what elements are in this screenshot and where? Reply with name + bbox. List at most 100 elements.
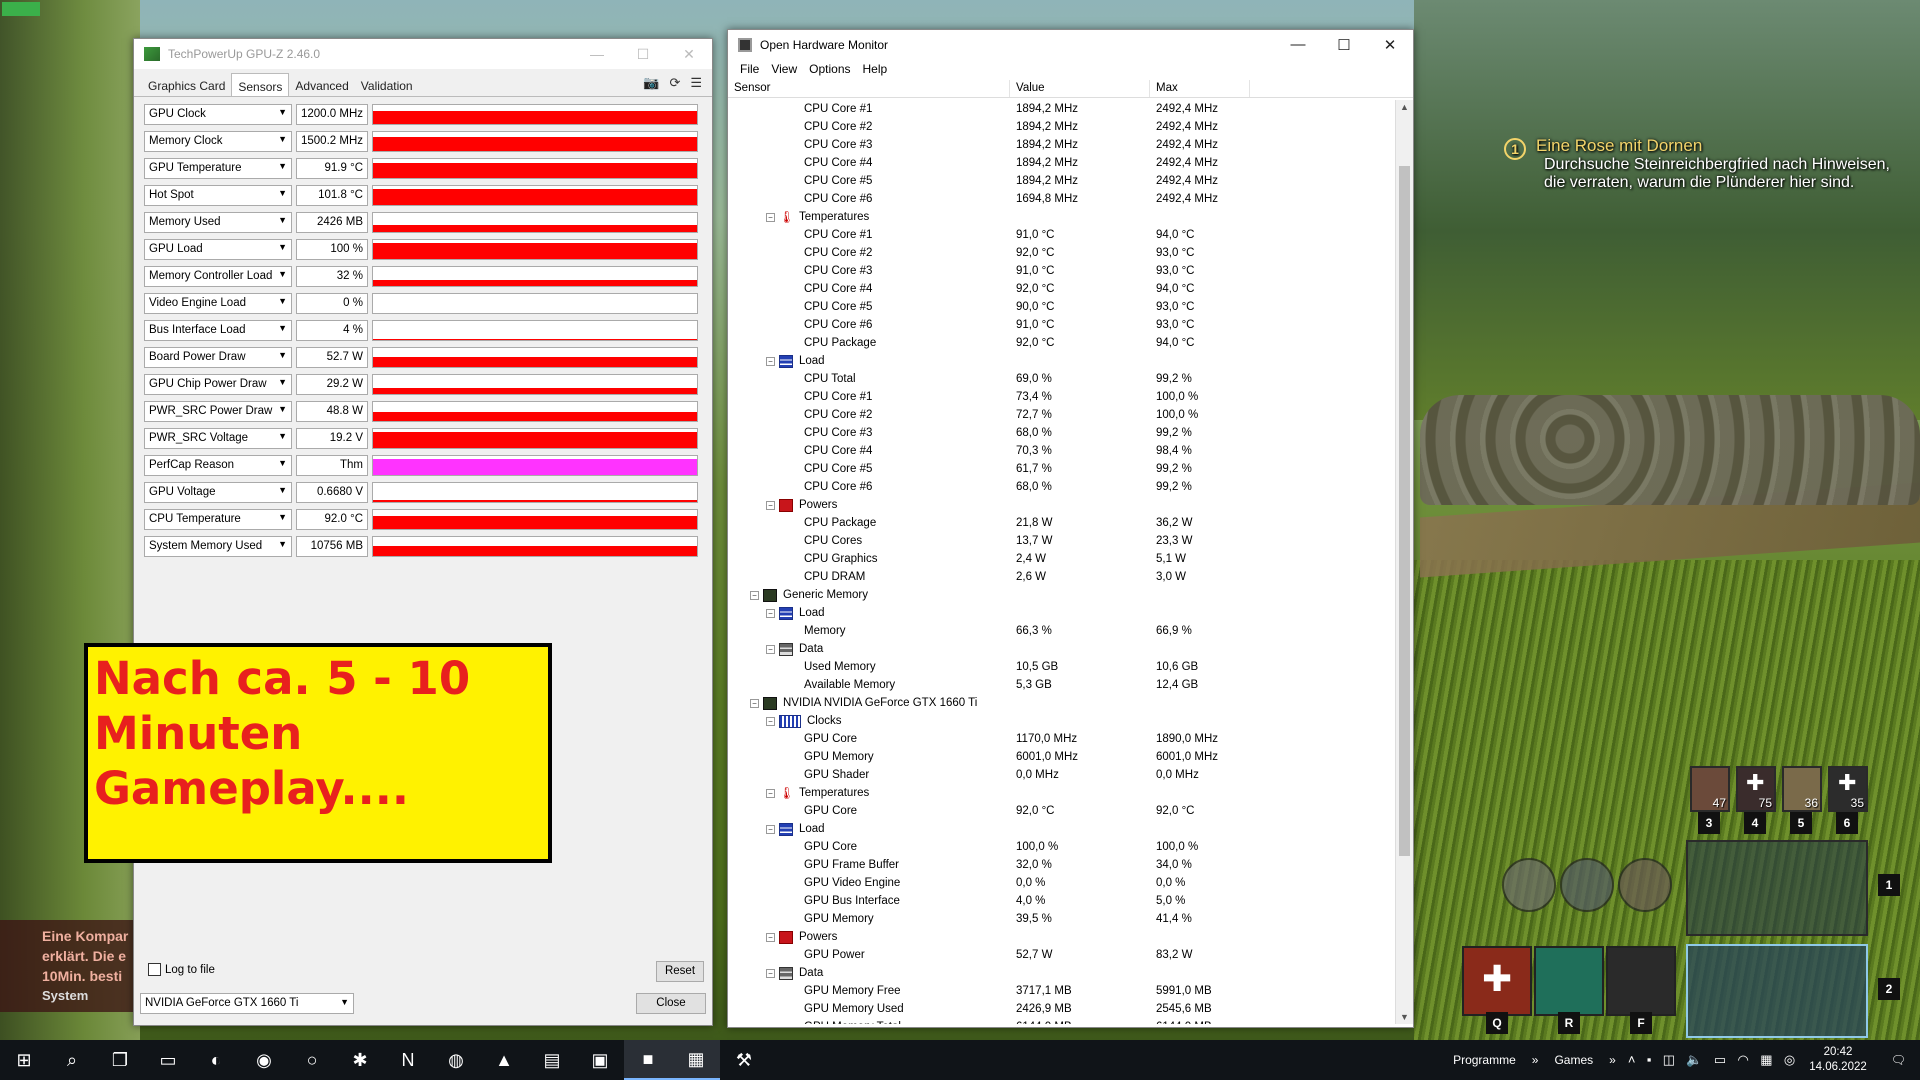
tree-group-row[interactable]: − 🌡 Temperatures <box>728 208 1396 226</box>
tree-sensor-row[interactable]: GPU Memory Total 6144,0 MB6144,0 MB <box>728 1018 1396 1024</box>
collapse-icon[interactable]: − <box>766 212 775 222</box>
sensor-name-dropdown[interactable]: Bus Interface Load ▼ <box>144 320 292 341</box>
tray-steam-icon[interactable]: ◎ <box>1780 1052 1799 1067</box>
log-to-file-checkbox[interactable]: Log to file <box>148 963 215 976</box>
collapse-icon[interactable]: − <box>766 356 775 366</box>
tree-sensor-row[interactable]: CPU DRAM 2,6 W 3,0 W <box>728 568 1396 586</box>
tree-sensor-row[interactable]: CPU Core #1 73,4 % 100,0 % <box>728 388 1396 406</box>
tree-sensor-row[interactable]: CPU Package 92,0 °C 94,0 °C <box>728 334 1396 352</box>
tree-group-row[interactable]: − Load <box>728 352 1396 370</box>
collapse-icon[interactable]: − <box>766 608 775 618</box>
minimize-button[interactable]: — <box>574 46 620 63</box>
column-max[interactable]: Max <box>1150 80 1250 97</box>
tree-sensor-row[interactable]: Used Memory 10,5 GB 10,6 GB <box>728 658 1396 676</box>
minimize-button[interactable]: — <box>1275 36 1321 54</box>
toolbar-programme[interactable]: Programme <box>1445 1053 1524 1067</box>
tree-sensor-row[interactable]: Memory 66,3 % 66,9 % <box>728 622 1396 640</box>
column-sensor[interactable]: Sensor <box>728 80 1010 97</box>
battery-icon[interactable]: ▭ <box>1710 1052 1730 1067</box>
refresh-icon[interactable]: ⟳ <box>669 75 680 96</box>
tree-group-row[interactable]: − Clocks <box>728 712 1396 730</box>
sensor-name-dropdown[interactable]: Video Engine Load ▼ <box>144 293 292 314</box>
menu-icon[interactable]: ☰ <box>690 75 702 96</box>
obs-icon[interactable]: ◍ <box>432 1040 480 1080</box>
tree-sensor-row[interactable]: CPU Core #3 91,0 °C 93,0 °C <box>728 262 1396 280</box>
search-icon[interactable]: ⌕ <box>48 1040 96 1080</box>
column-value[interactable]: Value <box>1010 80 1150 97</box>
tree-sensor-row[interactable]: GPU Shader 0,0 MHz 0,0 MHz <box>728 766 1396 784</box>
ability-empty-slot[interactable] <box>1606 946 1676 1016</box>
game-chat[interactable]: Eine Kompar erklärt. Die e 10Min. besti … <box>0 920 136 1012</box>
firefox-icon[interactable]: ◉ <box>240 1040 288 1080</box>
tree-sensor-row[interactable]: Available Memory 5,3 GB 12,4 GB <box>728 676 1396 694</box>
hotbar-slot-potion[interactable]: 35 ✚ <box>1828 766 1868 812</box>
edge-icon[interactable]: ◐ <box>192 1040 240 1080</box>
tree-sensor-row[interactable]: CPU Core #6 68,0 % 99,2 % <box>728 478 1396 496</box>
tree-sensor-row[interactable]: GPU Core 1170,0 MHz 1890,0 MHz <box>728 730 1396 748</box>
notification-icon[interactable]: 🗨 <box>1877 1053 1920 1067</box>
system-clock[interactable]: 20:42 14.06.2022 <box>1799 1045 1877 1075</box>
sensor-name-dropdown[interactable]: GPU Load ▼ <box>144 239 292 260</box>
task-view-icon[interactable]: ❐ <box>96 1040 144 1080</box>
tree-group-row[interactable]: − 🌡 Temperatures <box>728 784 1396 802</box>
tree-sensor-row[interactable]: CPU Cores 13,7 W 23,3 W <box>728 532 1396 550</box>
ability-heal-icon[interactable]: ✚ <box>1462 946 1532 1016</box>
tree-group-row[interactable]: − Data <box>728 640 1396 658</box>
tree-sensor-row[interactable]: CPU Core #1 1894,2 MHz 2492,4 MHz <box>728 100 1396 118</box>
tree-group-row[interactable]: − Load <box>728 604 1396 622</box>
hotbar-slot-food[interactable]: 47 <box>1690 766 1730 812</box>
tree-sensor-row[interactable]: CPU Core #5 90,0 °C 93,0 °C <box>728 298 1396 316</box>
tab-advanced[interactable]: Advanced <box>289 75 354 96</box>
quest-tracker[interactable]: 1 Eine Rose mit Dornen Durchsuche Steinr… <box>1504 136 1914 192</box>
collapse-icon[interactable]: − <box>750 698 759 708</box>
sensor-name-dropdown[interactable]: PerfCap Reason ▼ <box>144 455 292 476</box>
sensor-name-dropdown[interactable]: Memory Used ▼ <box>144 212 292 233</box>
sensor-name-dropdown[interactable]: GPU Temperature ▼ <box>144 158 292 179</box>
tree-sensor-row[interactable]: GPU Bus Interface 4,0 % 5,0 % <box>728 892 1396 910</box>
reset-button[interactable]: Reset <box>656 961 704 982</box>
sensor-name-dropdown[interactable]: CPU Temperature ▼ <box>144 509 292 530</box>
sensor-name-dropdown[interactable]: Hot Spot ▼ <box>144 185 292 206</box>
sensor-name-dropdown[interactable]: Board Power Draw ▼ <box>144 347 292 368</box>
ohm-window[interactable]: Open Hardware Monitor — ☐ ✕ File View Op… <box>727 29 1414 1028</box>
tree-sensor-row[interactable]: CPU Package 21,8 W 36,2 W <box>728 514 1396 532</box>
tools-icon[interactable]: ⚒ <box>720 1040 768 1080</box>
tree-sensor-row[interactable]: CPU Core #2 72,7 % 100,0 % <box>728 406 1396 424</box>
weapon-slot-mace[interactable] <box>1686 944 1868 1038</box>
tray-gpu-icon[interactable]: ▦ <box>1756 1052 1776 1067</box>
close-button[interactable]: ✕ <box>666 46 712 63</box>
sensor-name-dropdown[interactable]: GPU Voltage ▼ <box>144 482 292 503</box>
toolbar-chevron-icon[interactable]: » <box>1524 1053 1547 1067</box>
tab-graphics-card[interactable]: Graphics Card <box>142 75 231 96</box>
scroll-down-icon[interactable]: ▼ <box>1400 1012 1409 1022</box>
windows-start-icon[interactable]: ⊞ <box>0 1040 48 1080</box>
tree-sensor-row[interactable]: CPU Core #2 92,0 °C 93,0 °C <box>728 244 1396 262</box>
sensor-name-dropdown[interactable]: GPU Chip Power Draw ▼ <box>144 374 292 395</box>
tree-sensor-row[interactable]: GPU Frame Buffer 32,0 % 34,0 % <box>728 856 1396 874</box>
collapse-icon[interactable]: − <box>766 968 775 978</box>
tree-sensor-row[interactable]: CPU Core #4 1894,2 MHz 2492,4 MHz <box>728 154 1396 172</box>
tray-network-icon[interactable]: ◫ <box>1659 1052 1679 1067</box>
tree-sensor-row[interactable]: GPU Core 100,0 % 100,0 % <box>728 838 1396 856</box>
collapse-icon[interactable]: − <box>766 500 775 510</box>
tree-sensor-row[interactable]: CPU Core #5 61,7 % 99,2 % <box>728 460 1396 478</box>
tab-validation[interactable]: Validation <box>355 75 419 96</box>
hotbar-slot-food-2[interactable]: 36 <box>1782 766 1822 812</box>
tree-group-row[interactable]: − Powers <box>728 496 1396 514</box>
maximize-button[interactable]: ☐ <box>620 46 666 63</box>
new-world-icon[interactable]: N <box>384 1040 432 1080</box>
tree-sensor-row[interactable]: CPU Core #1 91,0 °C 94,0 °C <box>728 226 1396 244</box>
tray-app-icon[interactable]: ▪ <box>1643 1052 1656 1067</box>
camera-icon[interactable]: 📷 <box>643 75 659 96</box>
collapse-icon[interactable]: − <box>766 716 775 726</box>
tree-sensor-row[interactable]: CPU Total 69,0 % 99,2 % <box>728 370 1396 388</box>
collapse-icon[interactable]: − <box>766 788 775 798</box>
tree-group-row[interactable]: − Load <box>728 820 1396 838</box>
menu-options[interactable]: Options <box>803 60 856 80</box>
tree-sensor-row[interactable]: GPU Memory 39,5 % 41,4 % <box>728 910 1396 928</box>
gpuz-taskbar-icon[interactable]: ▦ <box>672 1040 720 1080</box>
hotbar-slot-health-potion[interactable]: 75 ✚ <box>1736 766 1776 812</box>
vertical-scrollbar[interactable]: ▲ ▼ <box>1395 100 1413 1024</box>
tree-sensor-row[interactable]: CPU Core #4 70,3 % 98,4 % <box>728 442 1396 460</box>
tree-group-row[interactable]: − Generic Memory <box>728 586 1396 604</box>
